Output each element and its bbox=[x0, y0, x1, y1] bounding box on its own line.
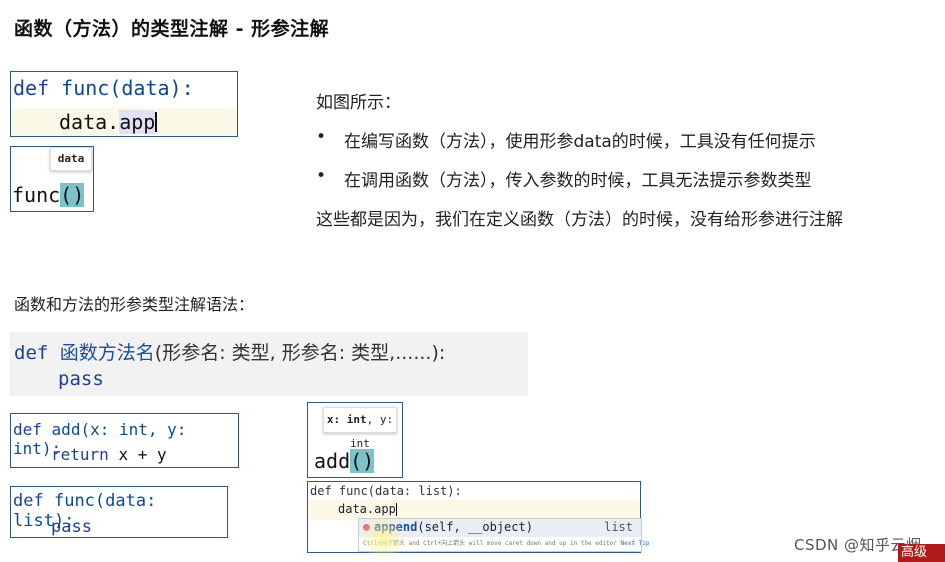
bullet-icon: • bbox=[316, 166, 327, 186]
parameter-tooltip: data bbox=[50, 147, 92, 171]
code-line-current: data.app bbox=[308, 500, 640, 520]
call-example-typed: x: int, y: int add() bbox=[307, 402, 403, 478]
syntax-line-def: def 函数方法名(形参名: 类型, 形参名: 类型,......): bbox=[14, 338, 445, 365]
text-caret bbox=[395, 503, 398, 516]
code-text: data. bbox=[59, 110, 120, 134]
code-example-no-hint: def func(data): data.app bbox=[10, 71, 238, 137]
corner-banner: 高级 bbox=[898, 544, 945, 562]
code-line-def: def func(data: list): bbox=[13, 491, 227, 531]
syntax-function-name: 函数方法名 bbox=[59, 342, 155, 364]
keyword-def: def bbox=[13, 491, 44, 511]
code-line-current: data.app bbox=[11, 108, 237, 136]
more-options-icon[interactable]: ⋮ bbox=[631, 538, 637, 545]
code-example-add: def add(x: int, y: int): return x + y bbox=[10, 413, 239, 468]
syntax-params: (形参名: 类型, 形参名: 类型,......): bbox=[154, 342, 446, 364]
function-call: add() bbox=[314, 449, 375, 473]
bullet-item: • 在调用函数（方法），传入参数的时候，工具无法提示参数类型 bbox=[316, 166, 812, 191]
completion-item-type: list bbox=[604, 520, 633, 534]
code-completion-example: def func(data: list): data.app append(se… bbox=[307, 481, 649, 553]
page-title: 函数（方法）的类型注解 - 形参注解 bbox=[14, 18, 330, 40]
bullet-icon: • bbox=[316, 127, 327, 147]
syntax-heading: 函数和方法的形参类型注解语法： bbox=[14, 295, 255, 314]
call-parens: () bbox=[350, 449, 375, 473]
bullet-text: 在调用函数（方法），传入参数的时候，工具无法提示参数类型 bbox=[344, 171, 812, 191]
call-example-no-type: data func() bbox=[10, 146, 94, 212]
bullet-text: 在编写函数（方法），使用形参data的时候，工具没有任何提示 bbox=[344, 132, 816, 152]
code-line-def: def func(data): bbox=[13, 76, 194, 100]
code-line-def: def func(data: list): bbox=[310, 484, 462, 498]
description-conclusion: 这些都是因为，我们在定义函数（方法）的时候，没有给形参进行注解 bbox=[316, 210, 843, 230]
keyword-def: def bbox=[13, 420, 42, 439]
text-caret bbox=[155, 112, 157, 132]
function-call: func() bbox=[12, 183, 85, 207]
bullet-item: • 在编写函数（方法），使用形参data的时候，工具没有任何提示 bbox=[316, 127, 816, 152]
code-text: data.app bbox=[338, 502, 396, 516]
code-line-return: return x + y bbox=[51, 445, 167, 464]
keyword-return: return bbox=[51, 445, 109, 464]
call-name: add bbox=[314, 449, 351, 473]
code-selection: app bbox=[119, 110, 156, 134]
return-expression: x + y bbox=[118, 445, 167, 464]
call-parens: () bbox=[60, 183, 85, 207]
call-name: func bbox=[12, 183, 61, 207]
code-example-func: def func(data: list): pass bbox=[10, 486, 228, 538]
description-intro: 如图所示： bbox=[316, 93, 401, 113]
function-signature: func(data): bbox=[61, 76, 194, 100]
tooltip-current-param: x: int bbox=[326, 413, 367, 426]
syntax-body: pass bbox=[58, 368, 104, 390]
parameter-type-tooltip: x: int, y: int bbox=[323, 407, 397, 450]
cursor-highlight bbox=[358, 515, 408, 561]
code-line-pass: pass bbox=[51, 517, 92, 537]
keyword-def: def bbox=[13, 76, 50, 100]
syntax-block: def 函数方法名(形参名: 类型, 形参名: 类型,......): pass bbox=[10, 332, 528, 396]
keyword-def: def bbox=[14, 342, 49, 364]
completion-item-args: (self, __object) bbox=[417, 520, 533, 534]
